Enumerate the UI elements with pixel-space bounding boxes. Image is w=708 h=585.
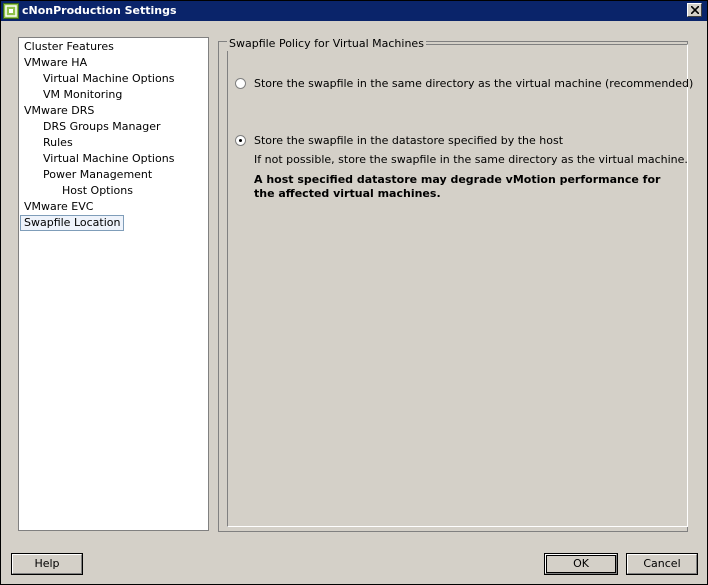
tree-item[interactable]: DRS Groups Manager (43, 120, 161, 134)
swapfile-policy-group (227, 44, 688, 527)
host-datastore-label[interactable]: Store the swapfile in the datastore spec… (254, 134, 563, 148)
ok-button[interactable]: OK (544, 553, 618, 575)
close-icon (691, 6, 699, 14)
tree-item[interactable]: Rules (43, 136, 73, 150)
swapfile-panel (218, 41, 688, 532)
ok-button-label: OK (545, 554, 617, 574)
tree-item[interactable]: Swapfile Location (19, 215, 125, 231)
close-button[interactable] (687, 3, 702, 17)
same-directory-radio[interactable] (235, 78, 246, 89)
tree-item[interactable]: Host Options (62, 184, 133, 198)
settings-tree: Cluster Features VMware HA Virtual Machine… (18, 37, 209, 531)
cancel-button[interactable]: Cancel (626, 553, 698, 575)
cluster-icon (3, 3, 19, 19)
cancel-button-label: Cancel (627, 554, 697, 574)
tree-item[interactable]: Virtual Machine Options (43, 152, 174, 166)
tree-item[interactable]: VMware DRS (24, 104, 94, 118)
help-button-label: Help (12, 554, 82, 574)
title-bar[interactable]: cNonProduction Settings (1, 1, 707, 21)
settings-dialog: cNonProduction Settings Cluster Features… (0, 0, 708, 585)
host-datastore-radio[interactable] (235, 135, 246, 146)
tree-item[interactable]: Power Management (43, 168, 152, 182)
tree-item[interactable]: VMware EVC (24, 200, 93, 214)
tree-item[interactable]: VM Monitoring (43, 88, 122, 102)
tree-item[interactable]: Virtual Machine Options (43, 72, 174, 86)
same-directory-label[interactable]: Store the swapfile in the same directory… (254, 77, 693, 91)
vmotion-warning: A host specified datastore may degrade v… (254, 173, 661, 200)
help-button[interactable]: Help (11, 553, 83, 575)
window-title: cNonProduction Settings (22, 4, 177, 17)
host-datastore-note: If not possible, store the swapfile in t… (254, 153, 688, 166)
group-title: Swapfile Policy for Virtual Machines (227, 37, 426, 51)
tree-item[interactable]: Cluster Features (24, 40, 114, 54)
tree-item[interactable]: VMware HA (24, 56, 87, 70)
